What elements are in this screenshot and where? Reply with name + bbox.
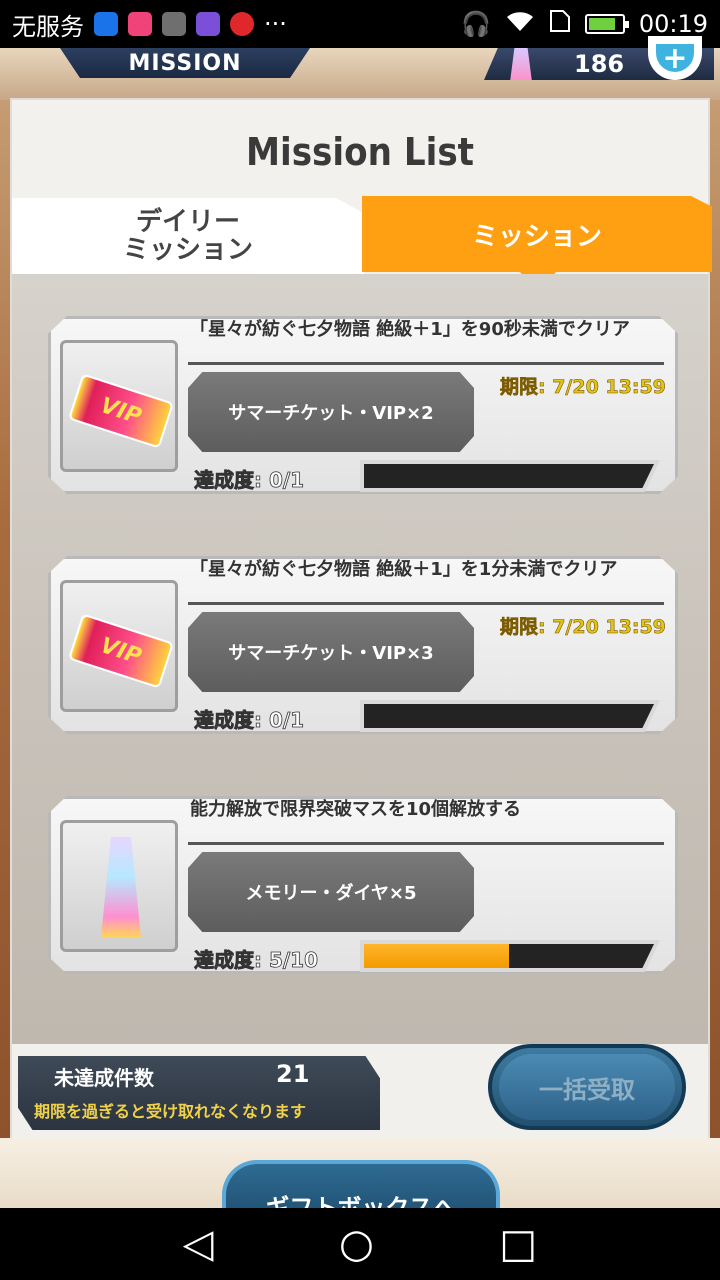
tab-mission-label: ミッション	[471, 221, 602, 252]
progress-label: 達成度: 0/1	[194, 708, 305, 733]
reward-icon-box: VIP	[60, 580, 178, 712]
vip-ticket-icon: VIP	[67, 613, 175, 689]
battery-icon	[584, 14, 629, 34]
progress-bar	[360, 460, 660, 492]
mission-title: 能力解放で限界突破マスを10個解放する	[190, 799, 522, 820]
game-app-icon	[128, 12, 152, 36]
tab-daily-label: デイリー ミッション	[122, 207, 253, 265]
pending-label: 未達成件数	[54, 1066, 154, 1090]
reward-label: メモリー・ダイヤ×5	[188, 852, 474, 932]
mission-header-tab: MISSION	[60, 48, 310, 78]
plus-icon: +	[656, 41, 694, 76]
dukpt-app-icon	[94, 12, 118, 36]
pending-note: 期限を過ぎると受け取れなくなります	[34, 1102, 307, 1121]
deadline-label: 期限: 7/20 13:59	[500, 376, 667, 399]
currency-value: 186	[574, 50, 625, 78]
memory-diamond-icon	[510, 48, 532, 80]
mission-card[interactable]: VIP 「星々が紡ぐ七夕物語 絶級＋1」を1分未満でクリア サマーチケット・VI…	[48, 556, 678, 736]
pending-count: 21	[276, 1060, 310, 1088]
clock: 00:19	[638, 10, 708, 38]
progress-label: 達成度: 5/10	[194, 948, 319, 973]
system-nav-bar: ◁ ○ □	[0, 1208, 720, 1280]
home-icon[interactable]: ○	[339, 1224, 374, 1264]
back-icon[interactable]: ◁	[183, 1224, 214, 1264]
status-bar: 无服务 ··· 🎧 00:19	[0, 0, 720, 48]
divider	[188, 362, 664, 365]
wifi-icon	[505, 9, 535, 39]
reward-label: サマーチケット・VIP×2	[188, 372, 474, 452]
vip-ticket-icon: VIP	[67, 373, 175, 449]
reward-icon-box	[60, 820, 178, 952]
recent-apps-icon[interactable]: □	[499, 1224, 537, 1264]
more-notifications-icon: ···	[264, 10, 287, 38]
mission-list-panel: Mission List デイリー ミッション ミッション VIP 「星々が紡ぐ…	[10, 98, 712, 1138]
tab-daily-mission[interactable]: デイリー ミッション	[12, 198, 364, 274]
keyboard-app-icon	[196, 12, 220, 36]
progress-bar	[360, 940, 660, 972]
music-app-icon	[230, 12, 254, 36]
reward-label: サマーチケット・VIP×3	[188, 612, 474, 692]
divider	[188, 842, 664, 845]
mission-title: 「星々が紡ぐ七夕物語 絶級＋1」を90秒未満でクリア	[190, 319, 630, 340]
pending-missions-box: 未達成件数 21 期限を過ぎると受け取れなくなります	[18, 1056, 380, 1130]
mission-card[interactable]: VIP 「星々が紡ぐ七夕物語 絶級＋1」を90秒未満でクリア サマーチケット・V…	[48, 316, 678, 496]
mission-title: 「星々が紡ぐ七夕物語 絶級＋1」を1分未満でクリア	[190, 559, 618, 580]
progress-bar	[360, 700, 660, 732]
divider	[188, 602, 664, 605]
footer-bar: 未達成件数 21 期限を過ぎると受け取れなくなります 一括受取	[12, 1044, 708, 1138]
progress-label: 達成度: 0/1	[194, 468, 305, 493]
progress-fill	[364, 944, 509, 968]
gallery-app-icon	[162, 12, 186, 36]
mission-card[interactable]: 能力解放で限界突破マスを10個解放する メモリー・ダイヤ×5 達成度: 5/10	[48, 796, 678, 976]
mission-list[interactable]: VIP 「星々が紡ぐ七夕物語 絶級＋1」を90秒未満でクリア サマーチケット・V…	[12, 274, 708, 1044]
reward-icon-box: VIP	[60, 340, 178, 472]
sim-icon	[549, 9, 571, 39]
headphones-icon: 🎧	[460, 10, 491, 38]
claim-all-label: 一括受取	[499, 1054, 675, 1120]
carrier-label: 无服务	[12, 12, 84, 41]
deadline-label: 期限: 7/20 13:59	[500, 616, 667, 639]
tab-mission[interactable]: ミッション	[362, 196, 712, 272]
panel-title: Mission List	[245, 130, 475, 174]
claim-all-button[interactable]: 一括受取	[488, 1044, 686, 1130]
memory-diamond-icon	[101, 837, 141, 937]
